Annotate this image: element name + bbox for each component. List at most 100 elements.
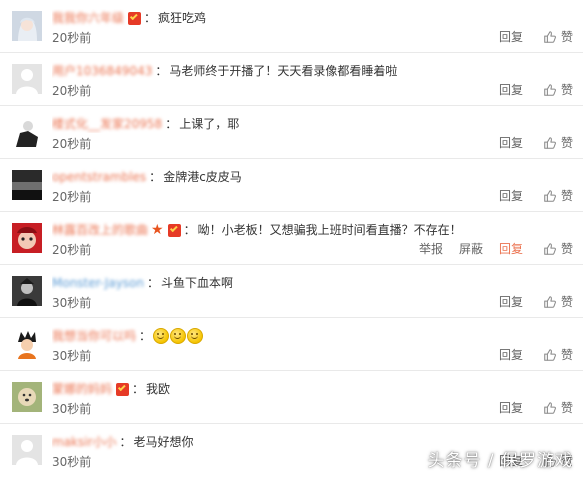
comment-item: 我我你六年级 ：疯狂吃鸡 20秒前 回复 赞 <box>0 0 583 53</box>
comment-item: Monster-Jayson：斗鱼下血本啊 30秒前 回复 赞 <box>0 265 583 318</box>
like-label: 赞 <box>560 30 573 44</box>
thumbs-up-icon <box>544 84 556 96</box>
colon: ： <box>144 11 157 25</box>
comment-item: opentstrambles：金牌港c皮皮马 20秒前 回复 赞 <box>0 159 583 212</box>
reply-button[interactable]: 回复 <box>499 400 523 416</box>
reply-button[interactable]: 回复 <box>499 241 523 257</box>
like-label: 赞 <box>560 348 573 362</box>
thumbs-up-icon <box>544 243 556 255</box>
avatar[interactable] <box>12 170 42 200</box>
comment-line: opentstrambles：金牌港c皮皮马 <box>52 168 573 186</box>
comment-actions: 回复 赞 <box>483 400 573 416</box>
comment-actions: 回复 赞 <box>483 29 573 45</box>
avatar[interactable] <box>12 435 42 465</box>
username-link[interactable]: 用户1036849043 <box>52 62 152 80</box>
like-button[interactable]: 赞 <box>543 241 573 257</box>
like-button[interactable]: 赞 <box>543 347 573 363</box>
comment-text: 疯狂吃鸡 <box>158 11 207 25</box>
like-label: 赞 <box>560 401 573 415</box>
reply-button[interactable]: 回复 <box>499 29 523 45</box>
comment-time: 20秒前 <box>52 243 92 257</box>
colon: ： <box>132 382 145 396</box>
username-link[interactable]: opentstrambles <box>52 168 146 186</box>
comment-time: 30秒前 <box>52 455 92 469</box>
block-button[interactable]: 屏蔽 <box>459 241 483 257</box>
smile-emoji-icon <box>187 328 204 344</box>
reply-button[interactable]: 回复 <box>499 294 523 310</box>
reply-button[interactable]: 回复 <box>499 82 523 98</box>
username-link[interactable]: 林露百改上的歌曲 <box>52 221 148 239</box>
vip-badge-icon <box>116 382 130 396</box>
colon: ： <box>165 117 178 131</box>
avatar[interactable] <box>12 329 42 359</box>
comment-time: 20秒前 <box>52 84 92 98</box>
avatar[interactable] <box>12 117 42 147</box>
comment-time: 30秒前 <box>52 402 92 416</box>
watermark: 头条号 / 保罗游戏 <box>427 451 573 471</box>
avatar[interactable] <box>12 64 42 94</box>
username-link[interactable]: Monster-Jayson <box>52 274 144 292</box>
comment-text: 老马好想你 <box>133 435 194 449</box>
reply-button[interactable]: 回复 <box>499 347 523 363</box>
avatar[interactable] <box>12 382 42 412</box>
like-button[interactable]: 赞 <box>543 400 573 416</box>
like-button[interactable]: 赞 <box>543 135 573 151</box>
vip-badge-icon <box>167 223 181 237</box>
comment-text: 金牌港c皮皮马 <box>163 170 242 184</box>
star-icon: ★ <box>151 222 164 238</box>
comment-actions: 回复 赞 <box>483 347 573 363</box>
comment-actions: 回复 赞 <box>483 188 573 204</box>
comment-item: 我想当你可以吗： 30秒前 回复 赞 <box>0 318 583 371</box>
vip-badge-icon <box>128 11 142 25</box>
comment-line: 我想当你可以吗： <box>52 327 573 345</box>
thumbs-up-icon <box>544 296 556 308</box>
comment-line: 用户1036849043：马老师终于开播了！天天看录像都看睡着啦 <box>52 62 573 80</box>
comment-item: 林露百改上的歌曲 ★ ：呦！小老板！又想骗我上班时间看直播？不存在！ 20秒前 举报 屏蔽… <box>0 212 583 265</box>
like-button[interactable]: 赞 <box>543 82 573 98</box>
thumbs-up-icon <box>544 190 556 202</box>
reply-button[interactable]: 回复 <box>499 188 523 204</box>
like-label: 赞 <box>560 189 573 203</box>
smile-emoji-icon <box>170 328 187 344</box>
like-button[interactable]: 赞 <box>543 294 573 310</box>
colon: ： <box>155 64 168 78</box>
comment-actions: 举报 屏蔽 回复 赞 <box>403 241 573 257</box>
like-button[interactable]: 赞 <box>543 29 573 45</box>
comment-text: 呦！小老板！又想骗我上班时间看直播？不存在！ <box>197 223 462 237</box>
comment-actions: 回复 赞 <box>483 294 573 310</box>
thumbs-up-icon <box>544 137 556 149</box>
like-label: 赞 <box>560 83 573 97</box>
like-label: 赞 <box>560 242 573 256</box>
comment-time: 20秒前 <box>52 190 92 204</box>
colon: ： <box>149 170 162 184</box>
comment-time: 20秒前 <box>52 31 92 45</box>
like-label: 赞 <box>560 295 573 309</box>
username-link[interactable]: 楼式化__发家20958 <box>52 115 162 133</box>
username-link[interactable]: 我我你六年级 <box>52 9 124 27</box>
username-link[interactable]: 我想当你可以吗 <box>52 327 136 345</box>
comment-time: 30秒前 <box>52 349 92 363</box>
smile-emoji-icon <box>153 328 170 344</box>
username-link[interactable]: 蒙娜的妈妈 <box>52 380 112 398</box>
comment-text: 马老师终于开播了！天天看录像都看睡着啦 <box>169 64 398 78</box>
comment-line: 我我你六年级 ：疯狂吃鸡 <box>52 9 573 27</box>
comment-actions: 回复 赞 <box>483 135 573 151</box>
like-label: 赞 <box>560 136 573 150</box>
colon: ： <box>183 223 196 237</box>
reply-button[interactable]: 回复 <box>499 135 523 151</box>
colon: ： <box>119 435 132 449</box>
avatar[interactable] <box>12 223 42 253</box>
colon: ： <box>139 329 152 343</box>
avatar[interactable] <box>12 276 42 306</box>
username-link[interactable]: maksir小小 <box>52 433 117 451</box>
comment-actions: 回复 赞 <box>483 82 573 98</box>
comment-text: 上课了，耶 <box>179 117 240 131</box>
report-button[interactable]: 举报 <box>419 241 443 257</box>
thumbs-up-icon <box>544 349 556 361</box>
comment-item: 蒙娜的妈妈 ：我欧 30秒前 回复 赞 <box>0 371 583 424</box>
comment-text: 斗鱼下血本啊 <box>161 276 234 290</box>
comment-line: 林露百改上的歌曲 ★ ：呦！小老板！又想骗我上班时间看直播？不存在！ <box>52 221 573 239</box>
like-button[interactable]: 赞 <box>543 188 573 204</box>
thumbs-up-icon <box>544 402 556 414</box>
avatar[interactable] <box>12 11 42 41</box>
